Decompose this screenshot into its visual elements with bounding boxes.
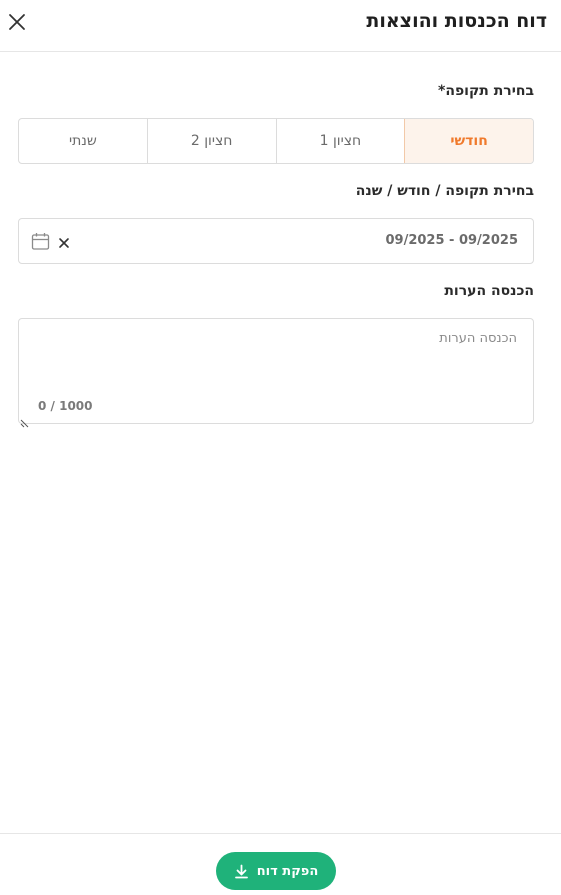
period-option-half-2[interactable]: חציון 2 (146, 119, 276, 163)
calendar-icon[interactable] (31, 232, 50, 251)
modal-header: דוח הכנסות והוצאות (0, 0, 561, 52)
download-icon (234, 864, 248, 878)
date-range-label: בחירת תקופה / חודש / שנה (355, 183, 534, 199)
resize-handle-icon[interactable] (20, 413, 29, 428)
notes-input[interactable] (19, 319, 533, 389)
page-title: דוח הכנסות והוצאות (366, 10, 547, 32)
notes-label: הכנסה הערות (444, 283, 534, 299)
period-label: בחירת תקופה* (438, 83, 534, 99)
character-counter: 0 / 1000 (38, 399, 93, 413)
close-icon[interactable] (6, 11, 28, 33)
clear-icon[interactable] (58, 234, 70, 248)
date-range-picker[interactable]: 09/2025 - 09/2025 (18, 218, 534, 264)
period-option-yearly[interactable]: שנתי (19, 119, 147, 163)
modal-footer: הפקת דוח (0, 833, 561, 895)
period-option-monthly[interactable]: חודשי (404, 119, 533, 163)
period-selector: חודשי חציון 1 חציון 2 שנתי (18, 118, 534, 164)
period-option-half-1[interactable]: חציון 1 (275, 119, 405, 163)
generate-report-label: הפקת דוח (256, 863, 319, 879)
notes-field: 0 / 1000 (18, 318, 534, 428)
date-range-value: 09/2025 - 09/2025 (385, 233, 519, 248)
generate-report-button[interactable]: הפקת דוח (216, 852, 336, 890)
